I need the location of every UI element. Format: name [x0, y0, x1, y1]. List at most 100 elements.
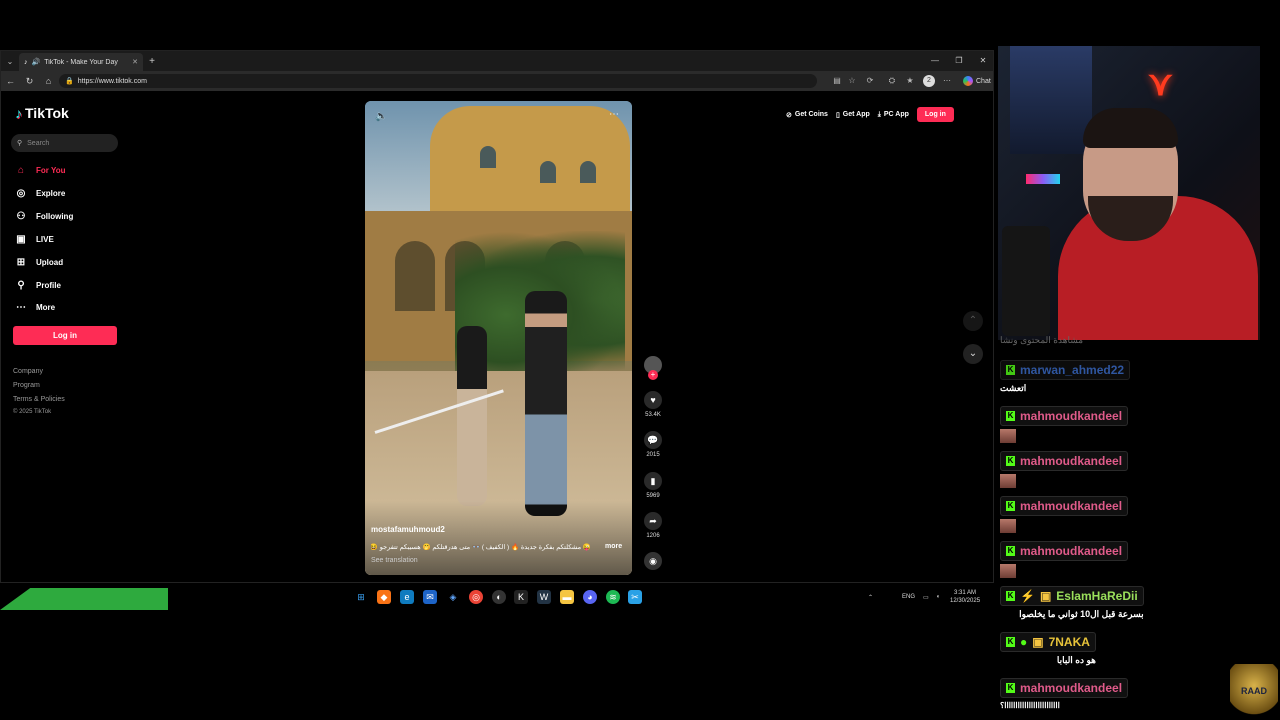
nav-more[interactable]: ⋯ More	[15, 299, 55, 315]
new-tab-icon[interactable]: +	[143, 56, 161, 67]
nav-label: Following	[36, 211, 74, 221]
bookmark-icon: ▮	[644, 472, 662, 490]
language-indicator[interactable]: ENG	[902, 594, 915, 600]
chat-username[interactable]: K ● ▣ 7NAKA	[1000, 632, 1096, 652]
close-window-icon[interactable]: ✕	[971, 51, 995, 71]
kick-badge-icon: K	[1006, 546, 1015, 556]
chrome-icon[interactable]: ◎	[469, 590, 483, 604]
chat-message: Kmahmoudkandeel	[1000, 495, 1129, 533]
get-coins-button[interactable]: ⊘ Get Coins	[786, 111, 828, 119]
tab-bar: ⌄ ♪ 🔊 TikTok - Make Your Day ✕ + — ❐ ✕	[1, 51, 993, 71]
chat-username[interactable]: K ⚡ ▣ EslamHaReDii	[1000, 586, 1144, 606]
tray-expand-icon[interactable]: ⌃	[868, 594, 873, 601]
url-input[interactable]: 🔒 https://www.tiktok.com	[59, 74, 817, 88]
chat-message: K ● ▣ 7NAKA هو ده البابا	[1000, 631, 1096, 666]
edge-icon[interactable]: e	[400, 590, 414, 604]
nav-upload[interactable]: ⊞ Upload	[15, 254, 63, 270]
app-diamond-icon[interactable]: ◈	[446, 590, 460, 604]
file-explorer-icon[interactable]: ▬	[560, 590, 574, 604]
caption-more-link[interactable]: more	[605, 543, 622, 550]
app-k-icon[interactable]: K	[514, 590, 528, 604]
minimize-icon[interactable]: —	[923, 51, 947, 71]
share-button[interactable]: ➦ 1206	[639, 512, 667, 539]
login-button-sidebar[interactable]: Log in	[13, 326, 117, 345]
nav-explore[interactable]: ◎ Explore	[15, 185, 66, 201]
footer-terms[interactable]: Terms & Policies	[13, 396, 65, 403]
tiktok-logo[interactable]: ♪ TikTok	[15, 105, 69, 121]
nav-for-you[interactable]: ⌂ For You	[15, 162, 66, 178]
house-window	[580, 161, 596, 183]
volume-tray-icon[interactable]: ◖	[936, 594, 940, 600]
heart-icon: ♥	[644, 391, 662, 409]
tracking-icon[interactable]: ⛭	[887, 76, 897, 86]
like-count: 53.4K	[645, 412, 661, 418]
chat-username[interactable]: Kmahmoudkandeel	[1000, 678, 1129, 698]
home-icon[interactable]: ⌂	[39, 76, 58, 86]
spotify-icon[interactable]: ≋	[606, 590, 620, 604]
favorite-icon[interactable]: ☆	[847, 76, 857, 86]
chat-username[interactable]: Kmahmoudkandeel	[1000, 541, 1129, 561]
volume-icon[interactable]: 🔈	[375, 111, 387, 122]
extensions-icon[interactable]: ⟳	[865, 76, 875, 86]
video-options-icon[interactable]: ⋯	[609, 109, 619, 120]
footer-company[interactable]: Company	[13, 368, 43, 375]
video-author[interactable]: mostafamuhmoud2	[371, 525, 445, 534]
chat-text: بسرعة قبل ال10 ثواني ما يخلصوا	[1019, 609, 1144, 619]
tab-title: TikTok - Make Your Day	[44, 58, 118, 66]
menu-icon[interactable]: ⋯	[942, 76, 952, 86]
app-w-icon[interactable]: W	[537, 590, 551, 604]
taskbar-clock[interactable]: 3:31 AM 12/30/2025	[950, 589, 980, 605]
copilot-taskbar-icon[interactable]: ◆	[377, 590, 391, 604]
chat-message: Kmarwan_ahmed22 اتعشت	[1000, 359, 1131, 394]
search-input[interactable]: ⚲ Search	[11, 134, 118, 152]
reader-icon[interactable]: ▤	[832, 76, 842, 86]
tab-list-icon[interactable]: ⌄	[1, 57, 19, 66]
see-translation-link[interactable]: See translation	[371, 557, 418, 564]
next-video-button[interactable]: ⌄	[963, 344, 983, 364]
nav-label: For You	[36, 165, 66, 175]
pc-app-button[interactable]: ⤓ PC App	[878, 111, 909, 119]
like-button[interactable]: ♥ 53.4K	[639, 391, 667, 418]
chat-username-text: mahmoudkandeel	[1020, 409, 1123, 423]
tab-tiktok[interactable]: ♪ 🔊 TikTok - Make Your Day ✕	[19, 53, 143, 71]
follow-plus-icon[interactable]: +	[648, 370, 658, 380]
music-disc[interactable]: ◉	[639, 552, 667, 570]
tab-audio-icon[interactable]: 🔊	[32, 58, 41, 66]
previous-video-button[interactable]: ⌃	[963, 311, 983, 331]
overlay-green-strip	[0, 588, 168, 610]
snipping-icon[interactable]: ✂	[628, 590, 642, 604]
network-icon[interactable]: ▭	[923, 594, 929, 601]
favorites-bar-icon[interactable]: ★	[905, 76, 915, 86]
chat-username[interactable]: Kmahmoudkandeel	[1000, 451, 1129, 471]
mail-icon[interactable]: ✉	[423, 590, 437, 604]
video-player[interactable]: 🔈 ⋯ mostafamuhmoud2 😜 مشكلتكم بفكرة جديد…	[365, 101, 632, 575]
nav-following[interactable]: ⚇ Following	[15, 208, 74, 224]
kick-badge-icon: K	[1006, 456, 1015, 466]
footer-program[interactable]: Program	[13, 382, 40, 389]
comment-button[interactable]: 💬 2015	[639, 431, 667, 458]
restore-icon[interactable]: ❐	[947, 51, 971, 71]
creator-avatar[interactable]: +	[639, 356, 667, 380]
copilot-chat-button[interactable]: Chat	[959, 74, 995, 88]
tab-close-icon[interactable]: ✕	[132, 58, 138, 66]
tiktok-note-icon: ♪	[15, 105, 22, 121]
chat-username[interactable]: Kmarwan_ahmed22	[1000, 360, 1131, 380]
nav-label: Profile	[36, 280, 61, 290]
chat-username[interactable]: Kmahmoudkandeel	[1000, 406, 1129, 426]
login-button-top[interactable]: Log in	[916, 107, 954, 122]
refresh-icon[interactable]: ↻	[20, 76, 39, 87]
profile-avatar[interactable]: 2	[923, 75, 935, 87]
get-app-button[interactable]: ▯ Get App	[836, 111, 870, 119]
discord-icon[interactable]: ◕	[583, 590, 597, 604]
windows-start-icon[interactable]: ⊞	[354, 590, 368, 604]
search-placeholder: Search	[27, 139, 50, 147]
save-button[interactable]: ▮ 5969	[639, 472, 667, 499]
music-disc-icon: ◉	[644, 552, 662, 570]
obs-icon[interactable]: ◐	[492, 590, 506, 604]
clock-date: 12/30/2025	[950, 598, 981, 604]
nav-live[interactable]: ▣ LIVE	[15, 231, 54, 247]
nav-profile[interactable]: ⚲ Profile	[15, 277, 61, 293]
tiktok-favicon-icon: ♪	[24, 58, 28, 66]
chat-username[interactable]: Kmahmoudkandeel	[1000, 496, 1129, 516]
back-icon[interactable]: ←	[1, 76, 20, 86]
